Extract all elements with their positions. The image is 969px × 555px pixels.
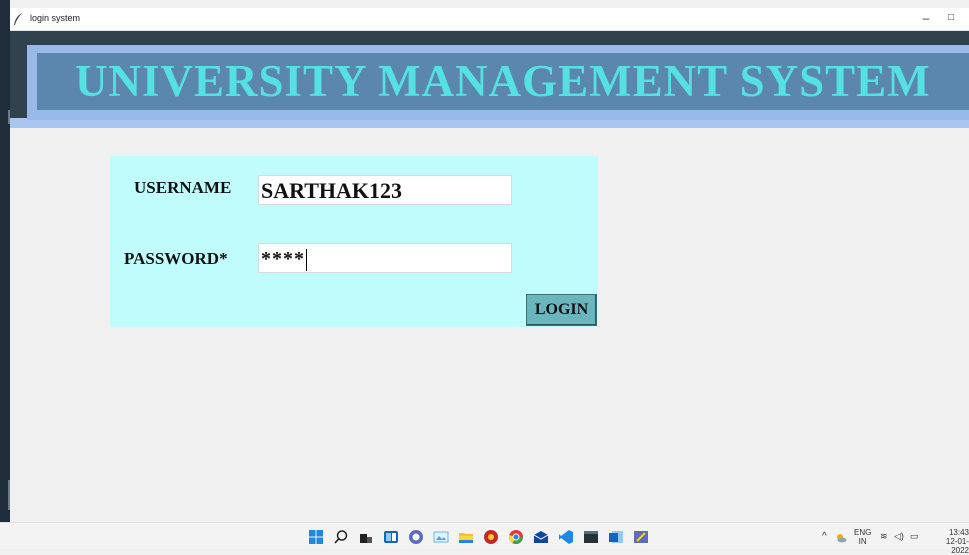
windows-start-icon[interactable] <box>308 529 324 545</box>
clock-date: 12-01-2022 <box>945 537 969 555</box>
maximize-button[interactable]: □ <box>943 11 959 25</box>
chrome-icon[interactable] <box>508 529 524 545</box>
minimize-button[interactable]: – <box>918 11 934 25</box>
region-code: IN <box>858 537 867 546</box>
photos-icon[interactable] <box>433 529 449 545</box>
chat-icon[interactable] <box>408 529 424 545</box>
weather-icon[interactable] <box>835 532 847 544</box>
chevron-up-icon[interactable]: ^ <box>822 531 827 542</box>
app-icon[interactable] <box>483 529 499 545</box>
left-window-edge <box>0 0 10 522</box>
search-icon[interactable] <box>333 529 349 545</box>
password-label: PASSWORD* <box>124 249 228 268</box>
wifi-icon[interactable]: ≋ <box>880 531 888 542</box>
username-label: USERNAME <box>134 178 232 197</box>
login-panel: USERNAME SARTHAK123 PASSWORD* **** LOGIN <box>110 156 598 327</box>
file-explorer-icon[interactable] <box>458 529 474 545</box>
terminal-icon[interactable] <box>583 529 599 545</box>
vscode-icon[interactable] <box>558 529 574 545</box>
feather-icon <box>14 13 22 25</box>
window-title: login system <box>30 13 81 23</box>
mail-icon[interactable] <box>533 529 549 545</box>
widgets-icon[interactable] <box>383 529 399 545</box>
tkinter-app-icon[interactable] <box>633 529 649 545</box>
password-masked-value: **** <box>261 248 305 270</box>
login-button[interactable]: LOGIN <box>526 294 597 326</box>
word-icon[interactable] <box>608 529 624 545</box>
taskbar: ^ ENG IN ≋ ◁) ▭ 13:43 12-01-2022 <box>0 522 969 555</box>
edge-mark <box>8 480 10 510</box>
text-caret <box>306 249 307 272</box>
password-input[interactable]: **** <box>258 243 512 273</box>
battery-icon[interactable]: ▭ <box>910 531 919 542</box>
volume-icon[interactable]: ◁) <box>894 531 904 542</box>
clock[interactable]: 13:43 12-01-2022 <box>930 528 969 555</box>
task-view-icon[interactable] <box>358 529 374 545</box>
clock-time: 13:43 <box>948 528 969 537</box>
language-indicator[interactable]: ENG IN <box>854 528 871 546</box>
window-titlebar[interactable]: login system – □ × <box>10 8 969 31</box>
username-input[interactable]: SARTHAK123 <box>258 175 512 205</box>
banner: UNIVERSITY MANAGEMENT SYSTEM <box>37 53 969 110</box>
banner-title: UNIVERSITY MANAGEMENT SYSTEM <box>75 56 931 106</box>
language-code: ENG <box>854 528 872 537</box>
